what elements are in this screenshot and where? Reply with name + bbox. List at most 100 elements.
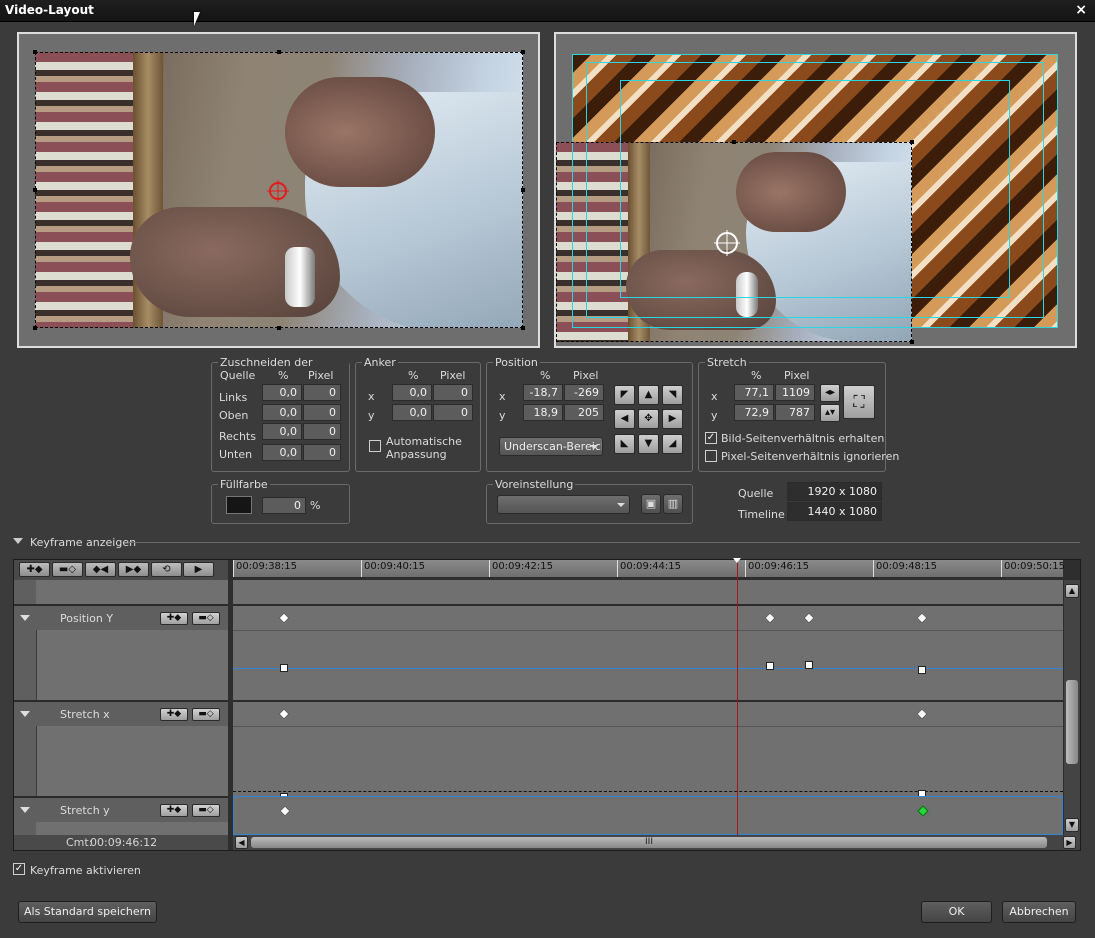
play-icon[interactable]: ▶ [183,562,214,577]
previous-keyframe-icon[interactable]: ◆◀ [85,562,116,577]
graph-point[interactable] [918,666,926,674]
add-keyframe-icon[interactable]: ✚◆ [160,612,188,625]
align-top-left-icon[interactable]: ◤ [614,385,635,405]
expand-triangle-icon[interactable] [20,807,30,813]
keyframe-diamond[interactable] [278,708,290,720]
remove-keyframe-icon[interactable]: ▬◇ [52,562,83,577]
expand-triangle-icon[interactable] [20,711,30,717]
add-keyframe-icon[interactable]: ✚◆ [160,708,188,721]
lane-position-y-keys[interactable] [233,604,1063,630]
underscan-select[interactable]: Underscan-Bereich [499,437,603,456]
output-preview[interactable] [554,32,1077,348]
center-crosshair-icon[interactable] [716,232,738,254]
remove-keyframe-icon[interactable]: ▬◇ [192,612,220,625]
ok-button[interactable]: OK [921,901,992,923]
crop-handle[interactable] [521,326,525,330]
graph-point[interactable] [805,661,813,669]
stretch-y-pct[interactable]: 72,9 [734,404,774,421]
remove-keyframe-icon[interactable]: ▬◇ [192,708,220,721]
lane-stretch-y-keys[interactable] [233,796,1063,835]
keyframe-diamond[interactable] [916,708,928,720]
stretch-y-px[interactable]: 787 [775,404,815,421]
keyframe-diamond-selected[interactable] [917,805,929,817]
crop-right-pct[interactable]: 0,0 [262,423,302,440]
horizontal-scrollbar[interactable]: ◀ III ▶ [233,835,1080,850]
fill-value[interactable]: 0 [262,497,306,514]
scroll-up-icon[interactable]: ▲ [1065,584,1079,598]
keyframe-diamond[interactable] [279,805,291,817]
time-ruler[interactable]: 00:09:38:15 00:09:40:15 00:09:42:15 00:0… [233,560,1065,577]
keyframe-enable-checkbox[interactable]: ✓ [13,863,25,875]
track-stretch-y[interactable]: Stretch y ✚◆ ▬◇ [14,796,228,822]
position-x-px[interactable]: -269 [564,384,604,401]
crop-bottom-pct[interactable]: 0,0 [262,444,302,461]
position-handle[interactable] [910,340,914,344]
lane-stretch-x-keys[interactable] [233,700,1063,726]
delete-preset-icon[interactable]: ▥ [663,494,683,514]
align-bottom-icon[interactable]: ▼ [638,434,659,454]
keyframe-diamond[interactable] [278,612,290,624]
position-handle[interactable] [910,140,914,144]
keyframe-show-toggle[interactable]: Keyframe anzeigen [30,536,136,549]
scroll-thumb[interactable]: III [251,837,1047,848]
anchor-x-pct[interactable]: 0,0 [392,384,432,401]
crop-left-px[interactable]: 0 [303,384,341,401]
collapse-triangle-icon[interactable] [13,538,23,544]
align-center-icon[interactable]: ✥ [638,409,659,429]
align-right-icon[interactable]: ▶ [662,409,683,429]
stretch-x-pct[interactable]: 77,1 [734,384,774,401]
scroll-thumb[interactable] [1066,680,1078,764]
scroll-left-icon[interactable]: ◀ [235,836,248,849]
align-bottom-right-icon[interactable]: ◢ [662,434,683,454]
add-keyframe-icon[interactable]: ✚◆ [19,562,50,577]
remove-keyframe-icon[interactable]: ▬◇ [192,804,220,817]
position-y-pct[interactable]: 18,9 [523,404,563,421]
stretch-x-px[interactable]: 1109 [775,384,815,401]
crop-top-px[interactable]: 0 [303,404,341,421]
expand-triangle-icon[interactable] [20,615,30,621]
preset-select[interactable] [497,495,630,514]
stretch-horizontal-icon[interactable]: ◂▸ [820,384,840,402]
anchor-x-px[interactable]: 0 [433,384,473,401]
fit-fullscreen-icon[interactable]: ⛶ [843,385,875,419]
crop-right-px[interactable]: 0 [303,423,341,440]
position-handle[interactable] [732,140,736,144]
fill-color-swatch[interactable] [226,496,252,514]
position-x-pct[interactable]: -18,7 [523,384,563,401]
anchor-y-pct[interactable]: 0,0 [392,404,432,421]
close-icon[interactable]: × [1075,2,1087,18]
graph-point[interactable] [766,662,774,670]
align-bottom-left-icon[interactable]: ◣ [614,434,635,454]
crop-handle[interactable] [277,50,281,54]
ignore-pixel-checkbox[interactable] [705,450,717,462]
crop-handle[interactable] [521,188,525,192]
source-preview[interactable] [17,32,540,348]
align-top-icon[interactable]: ▲ [638,385,659,405]
crop-top-pct[interactable]: 0,0 [262,404,302,421]
position-y-px[interactable]: 205 [564,404,604,421]
next-keyframe-icon[interactable]: ▶◆ [118,562,149,577]
vertical-scrollbar[interactable]: ▲ ▼ [1064,580,1080,835]
cancel-button[interactable]: Abbrechen [1002,901,1076,923]
crop-bottom-px[interactable]: 0 [303,444,341,461]
align-top-right-icon[interactable]: ◥ [662,385,683,405]
stretch-vertical-icon[interactable]: ▴▾ [820,404,840,422]
lane-position-y-graph[interactable] [233,630,1063,700]
keyframe-diamond[interactable] [803,612,815,624]
crop-left-pct[interactable]: 0,0 [262,384,302,401]
anchor-y-px[interactable]: 0 [433,404,473,421]
graph-point[interactable] [280,664,288,672]
keyframe-diamond[interactable] [764,612,776,624]
anchor-crosshair-icon[interactable] [269,182,287,200]
keep-aspect-checkbox[interactable]: ✓ [705,432,717,444]
playhead-marker-icon[interactable] [733,558,741,563]
add-keyframe-icon[interactable]: ✚◆ [160,804,188,817]
align-left-icon[interactable]: ◀ [614,409,635,429]
lane-stretch-x-graph[interactable] [233,726,1063,798]
save-preset-icon[interactable]: ▣ [641,494,661,514]
auto-adjust-checkbox[interactable] [369,440,381,452]
crop-handle[interactable] [33,50,37,54]
scroll-down-icon[interactable]: ▼ [1065,818,1079,832]
reverse-keyframe-icon[interactable]: ⟲ [151,562,182,577]
track-position-y[interactable]: Position Y ✚◆ ▬◇ [14,604,228,630]
